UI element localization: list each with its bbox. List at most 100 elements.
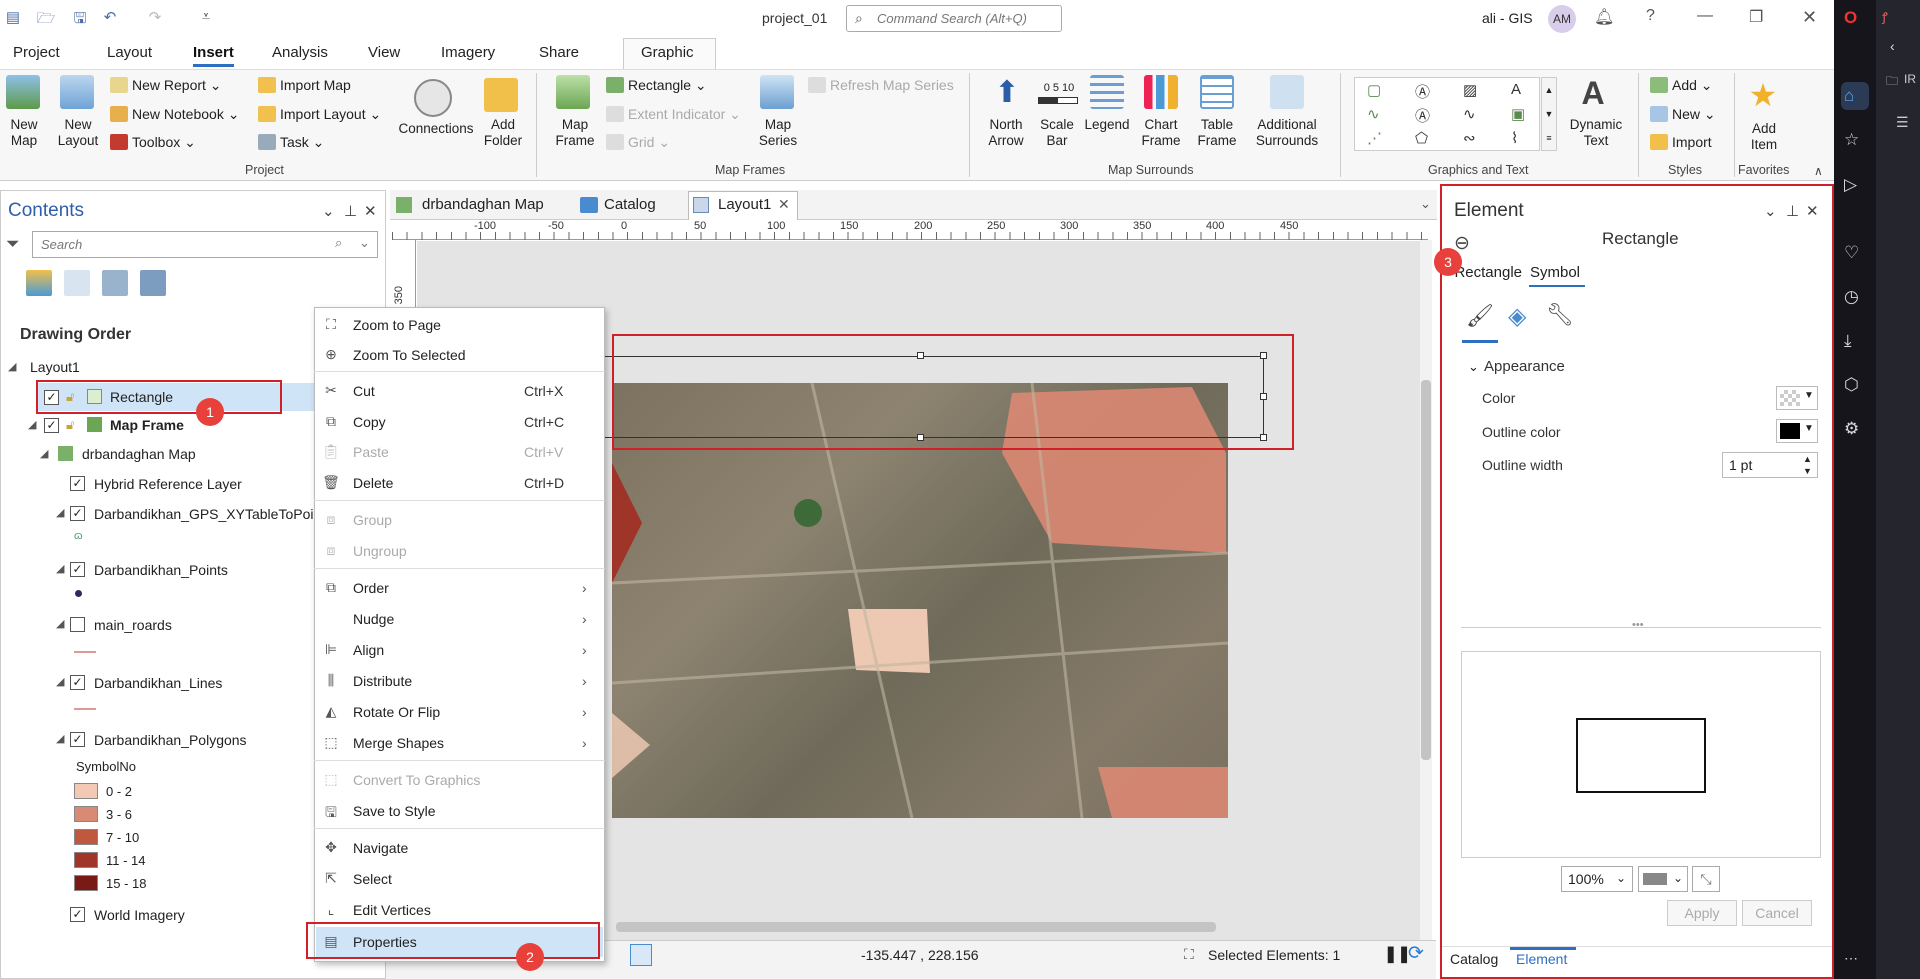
pin-icon[interactable]: ⊥ <box>1786 202 1799 220</box>
import-style-button[interactable]: Import <box>1650 134 1712 150</box>
open-folder-icon[interactable]: 🗁 <box>36 8 56 28</box>
world-imagery-checkbox[interactable]: ✓ <box>70 907 85 922</box>
close-icon[interactable]: ✕ <box>1802 7 1817 28</box>
picture-graphic-icon[interactable]: ▨ <box>1463 81 1477 99</box>
refresh-icon[interactable]: ⟳ <box>1408 942 1424 965</box>
menu-paste[interactable]: Paste <box>353 444 389 460</box>
horizontal-scroll-thumb[interactable] <box>616 922 1216 932</box>
menu-group[interactable]: Group <box>353 512 392 528</box>
menu-copy[interactable]: Copy <box>353 414 386 430</box>
tab-catalog[interactable]: Catalog <box>596 193 664 216</box>
preview-zoom-select[interactable]: 100% ⌄ <box>1561 866 1633 892</box>
gps-checkbox[interactable]: ✓ <box>70 506 85 521</box>
import-layout-button[interactable]: Import Layout ⌄ <box>258 106 381 123</box>
graphics-gallery[interactable]: ▢ Ⓐ ▨ A ∿ Ⓐ ∿ ▣ ⋰ ⬠ ∾ ⌇ <box>1354 77 1540 151</box>
menu-ungroup[interactable]: Ungroup <box>353 543 407 559</box>
rectangle-button[interactable]: Rectangle ⌄ <box>606 77 707 94</box>
add-item-button[interactable]: Add Item <box>1740 121 1788 153</box>
menu-icon[interactable]: ☰ <box>1896 114 1909 131</box>
heart-icon[interactable]: ♡ <box>1844 243 1859 263</box>
menu-save-to-style[interactable]: Save to Style <box>353 803 436 819</box>
tab-insert[interactable]: Insert <box>193 44 234 67</box>
north-arrow-button[interactable]: North Arrow <box>978 117 1034 149</box>
expand-icon[interactable]: ◢ <box>56 617 64 630</box>
rectangle-graphic-icon[interactable]: ▢ <box>1367 81 1381 99</box>
send-icon[interactable]: ▷ <box>1844 175 1857 195</box>
splitter-grip-icon[interactable]: ••• <box>1632 619 1644 631</box>
tree-lines[interactable]: Darbandikhan_Lines <box>94 675 222 691</box>
apply-button[interactable]: Apply <box>1667 900 1737 926</box>
preview-toggle-icon[interactable]: ⤡ <box>1692 866 1720 892</box>
tab-layout[interactable]: Layout <box>107 44 152 61</box>
outline-color-picker[interactable]: ▼ <box>1776 419 1818 443</box>
pane-menu-icon[interactable]: ⌄ <box>322 202 335 220</box>
polyline-icon[interactable]: ⋰ <box>1367 129 1382 147</box>
image-icon[interactable]: ▣ <box>1511 105 1525 123</box>
extent-indicator-button[interactable]: Extent Indicator ⌄ <box>606 106 741 123</box>
tab-project[interactable]: Project <box>13 44 60 61</box>
snapping-icon[interactable] <box>630 944 652 966</box>
tab-graphic[interactable]: Graphic <box>641 44 694 61</box>
menu-delete[interactable]: Delete <box>353 475 393 491</box>
menu-navigate[interactable]: Navigate <box>353 840 408 856</box>
minimize-icon[interactable]: — <box>1697 7 1713 25</box>
tab-share[interactable]: Share <box>539 44 579 61</box>
spaces-icon[interactable]: ☆ <box>1844 130 1859 150</box>
menu-rotate-flip[interactable]: Rotate Or Flip <box>353 704 440 720</box>
new-layout-button[interactable]: New Layout <box>54 117 102 149</box>
expand-icon[interactable]: ◢ <box>56 506 64 519</box>
tree-points[interactable]: Darbandikhan_Points <box>94 562 228 578</box>
tree-hybrid[interactable]: Hybrid Reference Layer <box>94 476 242 492</box>
callout-icon[interactable]: ⌇ <box>1511 129 1518 147</box>
tab-analysis[interactable]: Analysis <box>272 44 328 61</box>
notification-bell-icon[interactable]: 🔔︎ <box>1594 7 1614 27</box>
wrench-icon[interactable]: 🔧︎ <box>1546 302 1574 328</box>
settings-gear-icon[interactable]: ⚙ <box>1844 419 1859 439</box>
command-search-input[interactable]: ⌕ Command Search (Alt+Q) <box>846 5 1062 32</box>
circle-text-icon[interactable]: Ⓐ <box>1415 105 1430 126</box>
avatar[interactable]: AM <box>1548 5 1576 33</box>
tree-gps[interactable]: Darbandikhan_GPS_XYTableToPoint <box>94 506 314 522</box>
dynamic-text-button[interactable]: Dynamic Text <box>1566 117 1626 149</box>
spline-icon[interactable]: ∾ <box>1463 129 1476 147</box>
new-report-button[interactable]: New Report ⌄ <box>110 77 222 94</box>
tab-view[interactable]: View <box>368 44 400 61</box>
help-icon[interactable]: ? <box>1646 7 1655 25</box>
folder-icon[interactable]: 🗀 <box>1886 72 1898 93</box>
add-style-button[interactable]: Add ⌄ <box>1650 77 1713 94</box>
text-a-icon[interactable]: A <box>1511 81 1521 98</box>
curve-icon[interactable]: ∿ <box>1463 105 1476 123</box>
fill-color-picker[interactable]: ▼ <box>1776 386 1818 410</box>
tab-overflow-icon[interactable]: ⌄ <box>1420 196 1431 212</box>
menu-nudge[interactable]: Nudge <box>353 611 394 627</box>
tree-world-imagery[interactable]: World Imagery <box>94 907 185 923</box>
restore-icon[interactable]: ❐ <box>1749 7 1763 27</box>
tab-layout1[interactable]: Layout1 <box>710 193 779 216</box>
user-name[interactable]: ali - GIS <box>1482 10 1533 26</box>
preview-background-select[interactable]: ⌄ <box>1638 866 1688 892</box>
menu-merge-shapes[interactable]: Merge Shapes <box>353 735 444 751</box>
points-checkbox[interactable]: ✓ <box>70 562 85 577</box>
expand-icon[interactable]: ◢ <box>56 675 64 688</box>
menu-convert-to-graphics[interactable]: Convert To Graphics <box>353 772 480 788</box>
tab-imagery[interactable]: Imagery <box>441 44 495 61</box>
save-icon[interactable]: 🖫 <box>70 8 90 28</box>
brush-icon[interactable]: 🖌︎ <box>1466 303 1494 329</box>
customize-icon[interactable]: ⩡ <box>196 8 216 28</box>
legend-button[interactable]: Legend <box>1080 117 1134 133</box>
new-style-button[interactable]: New ⌄ <box>1650 106 1716 123</box>
connections-button[interactable]: Connections <box>393 121 479 137</box>
close-tab-icon[interactable]: ✕ <box>778 196 790 213</box>
expand-icon[interactable]: ◢ <box>40 447 48 460</box>
close-pane-icon[interactable]: ✕ <box>364 202 377 220</box>
new-notebook-button[interactable]: New Notebook ⌄ <box>110 106 239 123</box>
layers-icon[interactable]: ◈ <box>1508 302 1526 331</box>
menu-select[interactable]: Select <box>353 871 392 887</box>
lock-icon[interactable]: 🔓︎ <box>66 417 74 433</box>
task-button[interactable]: Task ⌄ <box>258 134 324 151</box>
cube-icon[interactable]: ⬡ <box>1844 375 1859 395</box>
cancel-button[interactable]: Cancel <box>1742 900 1812 926</box>
pane-menu-icon[interactable]: ⌄ <box>1764 202 1777 220</box>
expand-icon[interactable]: ◢ <box>28 418 36 431</box>
chart-frame-button[interactable]: Chart Frame <box>1136 117 1186 149</box>
